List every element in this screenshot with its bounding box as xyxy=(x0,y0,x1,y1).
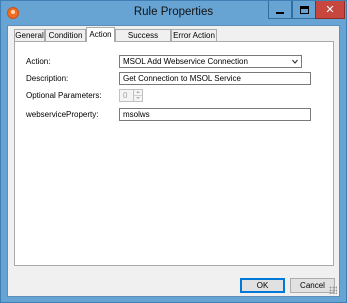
dialog-client-area: General Condition Action Success Action … xyxy=(7,25,340,297)
optional-parameters-value: 0 xyxy=(123,91,128,100)
optional-parameters-label: Optional Parameters: xyxy=(26,91,102,100)
action-dropdown[interactable]: MSOL Add Webservice Connection xyxy=(119,55,302,68)
close-button[interactable]: ✕ xyxy=(315,1,345,19)
stepper-buttons xyxy=(133,90,142,101)
maximize-button[interactable] xyxy=(292,1,316,19)
webservice-property-label: webserviceProperty: xyxy=(26,110,99,119)
action-dropdown-value: MSOL Add Webservice Connection xyxy=(123,57,248,66)
action-label: Action: xyxy=(26,57,51,66)
description-value: Get Connection to MSOL Service xyxy=(123,74,241,83)
arrow-up-icon xyxy=(136,91,140,94)
resize-grip-icon[interactable] xyxy=(329,286,337,294)
optional-parameters-stepper[interactable]: 0 xyxy=(119,89,143,102)
close-icon: ✕ xyxy=(325,3,335,16)
tab-action[interactable]: Action xyxy=(86,27,115,42)
chevron-down-icon xyxy=(292,59,298,64)
minimize-icon xyxy=(276,11,284,14)
title-bar[interactable]: Rule Properties ✕ xyxy=(1,1,346,25)
rule-properties-window: Rule Properties ✕ General Condition Acti… xyxy=(0,0,347,303)
arrow-down-icon xyxy=(136,97,140,100)
stepper-down-button[interactable] xyxy=(134,96,142,102)
description-field[interactable]: Get Connection to MSOL Service xyxy=(119,72,311,85)
ok-button[interactable]: OK xyxy=(240,278,285,293)
webservice-property-field[interactable]: msolws xyxy=(119,108,311,121)
webservice-property-value: msolws xyxy=(123,110,150,119)
description-label: Description: xyxy=(26,74,69,83)
minimize-button[interactable] xyxy=(268,1,292,19)
action-tab-panel: Action: MSOL Add Webservice Connection D… xyxy=(14,41,334,266)
maximize-icon xyxy=(299,5,309,14)
